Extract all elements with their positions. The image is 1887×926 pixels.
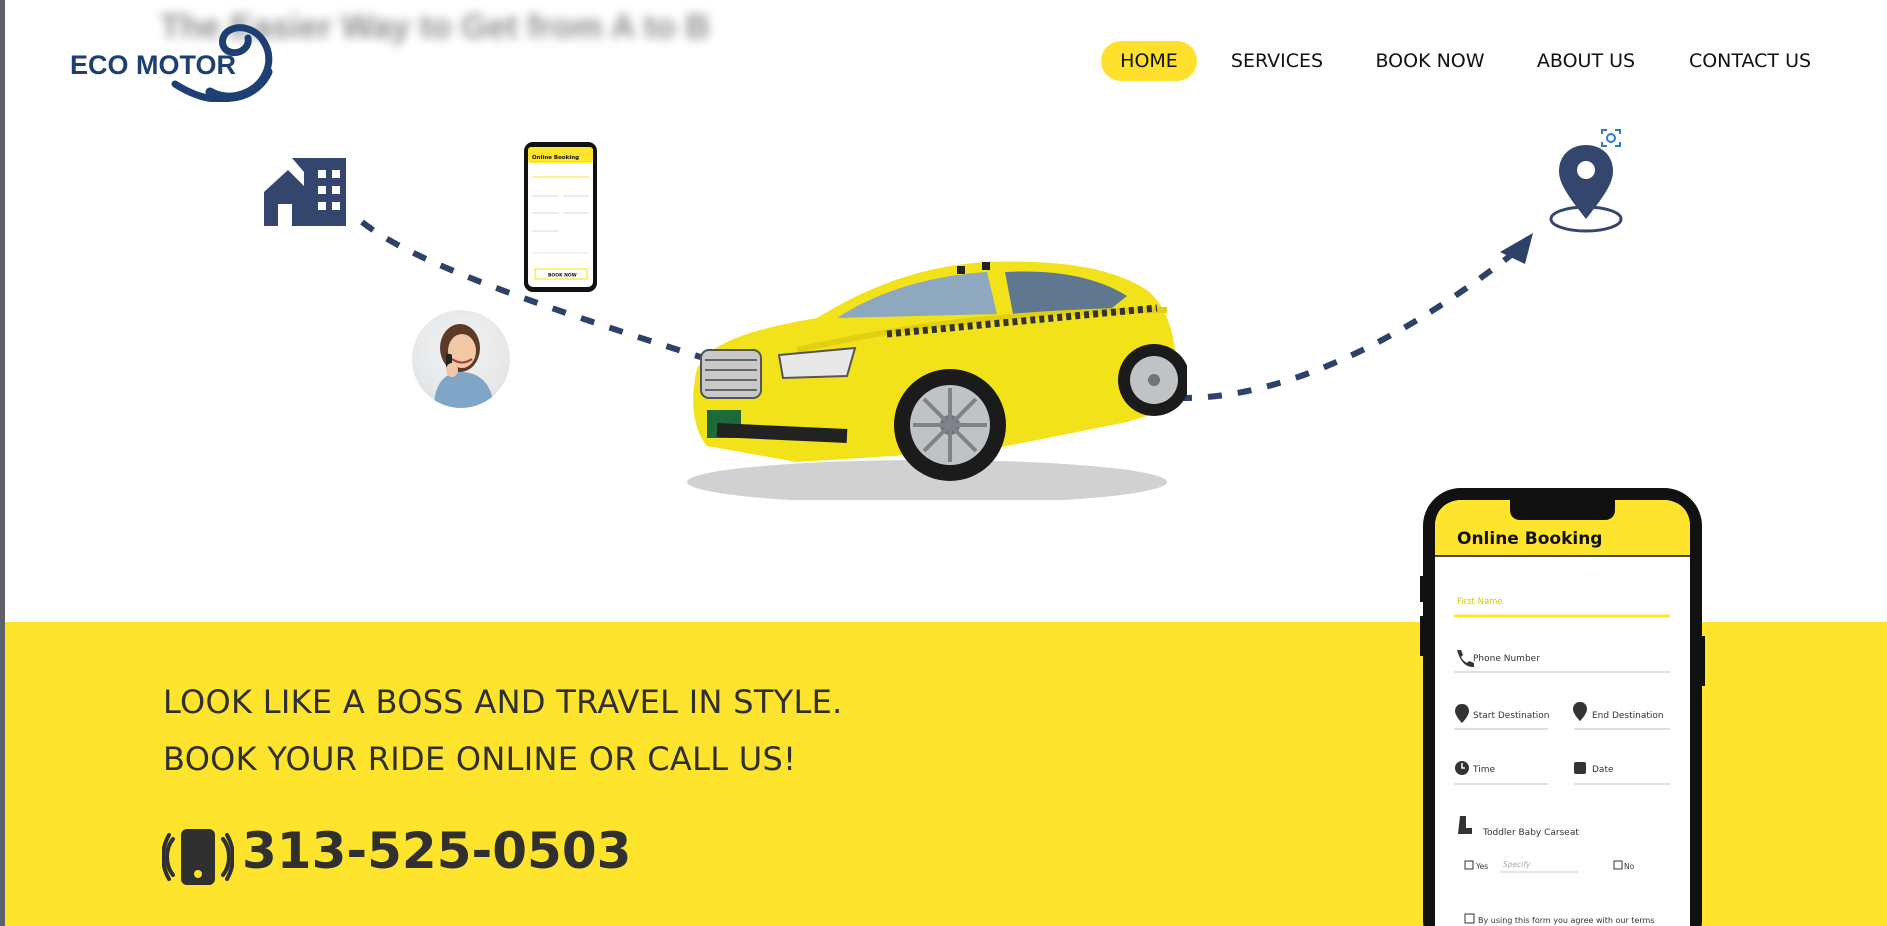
- time-field: Time: [1472, 765, 1495, 775]
- phone-booking-icon: Online Booking BOOK NOW: [524, 142, 597, 292]
- phone-ringing-icon: [162, 829, 234, 885]
- nav-about-us[interactable]: ABOUT US: [1534, 41, 1638, 81]
- route-arrowhead: [1500, 233, 1533, 264]
- nav-book-now[interactable]: BOOK NOW: [1372, 41, 1488, 81]
- map-pin-icon: [1549, 145, 1623, 233]
- banner-headline-line2: BOOK YOUR RIDE ONLINE OR CALL US!: [163, 740, 797, 778]
- terms-label: By using this form you agree with our te…: [1478, 916, 1654, 925]
- svg-text:Online Booking: Online Booking: [532, 155, 579, 161]
- carseat-label: Toddler Baby Carseat: [1482, 828, 1579, 838]
- booking-form-title: Online Booking: [1457, 529, 1602, 549]
- taxi-car-image: [687, 261, 1187, 500]
- nav-home[interactable]: HOME: [1101, 41, 1197, 81]
- phone-number[interactable]: 313-525-0503: [242, 822, 631, 880]
- carseat-no-label: No: [1624, 862, 1635, 871]
- phone-number-field: Phone Number: [1473, 654, 1540, 664]
- booking-phone-mockup: Online Booking First Name Phone Number S…: [1420, 488, 1705, 926]
- date-field: Date: [1592, 765, 1614, 775]
- banner-headline-line1: LOOK LIKE A BOSS AND TRAVEL IN STYLE.: [163, 683, 843, 721]
- first-name-field: First Name: [1457, 597, 1503, 607]
- start-destination-field: Start Destination: [1473, 711, 1550, 721]
- nav-services[interactable]: SERVICES: [1224, 41, 1330, 81]
- svg-text:BOOK NOW: BOOK NOW: [548, 273, 577, 279]
- customer-avatar: [412, 310, 510, 408]
- end-destination-field: End Destination: [1592, 711, 1664, 721]
- carseat-yes-label: Yes: [1475, 862, 1488, 871]
- specify-field: Specify: [1503, 860, 1531, 869]
- main-nav: HOME SERVICES BOOK NOW ABOUT US CONTACT …: [0, 41, 1887, 81]
- nav-contact-us[interactable]: CONTACT US: [1683, 41, 1817, 81]
- house-icon: [264, 158, 346, 226]
